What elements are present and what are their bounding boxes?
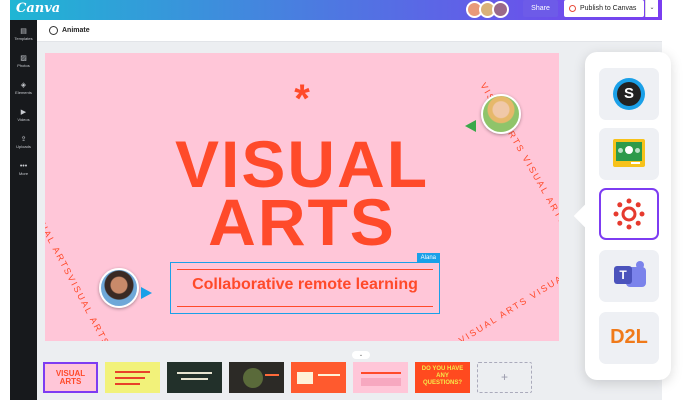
asterisk-decoration: * xyxy=(294,77,310,121)
publish-button[interactable]: Publish to Canvas xyxy=(564,0,644,17)
selected-text-box[interactable]: Collaborative remote learning Alana xyxy=(170,253,440,314)
left-sidebar: ▤ Templates ▨ Photos ◈ Elements ▶ Videos… xyxy=(10,20,37,400)
d2l-logo: D2L xyxy=(610,326,648,348)
schoology-icon: S xyxy=(613,78,645,110)
collaborator-avatar[interactable] xyxy=(492,1,509,18)
thumbnail-content xyxy=(181,378,208,380)
sidebar-item-label: Uploads xyxy=(16,144,31,149)
sidebar-item-elements[interactable]: ◈ Elements xyxy=(10,81,37,96)
page-thumbnail-2[interactable] xyxy=(105,362,160,393)
top-bar: Canva Share Publish to Canvas ⌄ xyxy=(10,0,662,20)
teams-letter: T xyxy=(614,266,632,284)
thumbnail-content xyxy=(115,371,150,373)
templates-icon: ▤ xyxy=(20,28,27,35)
thumbnail-content xyxy=(177,372,212,374)
text-box-rule-top xyxy=(177,269,433,270)
editor-toolbar: Animate xyxy=(37,20,662,42)
text-box-rule-bottom xyxy=(177,306,433,307)
collaborator-cursor-arrow-icon xyxy=(465,120,476,132)
canva-logo[interactable]: Canva xyxy=(16,1,60,16)
canvas-logo-icon xyxy=(569,5,576,12)
thumbnail-title: DO YOU HAVE ANY QUESTIONS? xyxy=(421,366,464,386)
sidebar-item-label: More xyxy=(18,171,29,176)
sidebar-item-uploads[interactable]: ⇪ Uploads xyxy=(10,135,37,150)
canvas-lms-icon xyxy=(613,198,645,230)
sidebar-item-templates[interactable]: ▤ Templates xyxy=(10,27,37,42)
canva-editor: Canva Share Publish to Canvas ⌄ ▤ Templa… xyxy=(10,0,662,400)
integration-canvas[interactable] xyxy=(599,188,659,240)
share-button[interactable]: Share xyxy=(523,0,558,17)
page-thumbnail-4[interactable] xyxy=(229,362,284,393)
sidebar-item-label: Videos xyxy=(17,117,30,122)
sidebar-item-more[interactable]: ••• More xyxy=(10,162,37,177)
page-thumbnail-5[interactable] xyxy=(291,362,346,393)
lms-integrations-panel: S T D2L xyxy=(573,52,671,380)
page-thumbnail-1[interactable]: VISUAL ARTS xyxy=(43,362,98,393)
microsoft-teams-icon: T xyxy=(614,261,648,291)
sidebar-item-label: Elements xyxy=(15,90,32,95)
uploads-icon: ⇪ xyxy=(20,136,27,143)
integration-microsoft-teams[interactable]: T xyxy=(599,250,659,302)
collaborator-cursor-arrow-icon xyxy=(141,287,152,299)
sidebar-item-photos[interactable]: ▨ Photos xyxy=(10,54,37,69)
animate-icon xyxy=(49,26,58,35)
sidebar-item-label: Templates xyxy=(14,36,33,41)
page-thumbnail-6[interactable] xyxy=(353,362,408,393)
integration-google-classroom[interactable] xyxy=(599,128,659,180)
collapse-filmstrip-chevron-icon[interactable]: ⌄ xyxy=(352,351,370,359)
thumbnail-title: VISUAL ARTS xyxy=(55,369,86,386)
collaborator-photo-top xyxy=(481,94,521,134)
sidebar-item-videos[interactable]: ▶ Videos xyxy=(10,108,37,123)
thumbnail-content xyxy=(361,372,401,374)
thumbnail-content xyxy=(115,377,145,379)
thumbnail-content xyxy=(297,372,313,384)
videos-icon: ▶ xyxy=(20,109,27,116)
add-page-button[interactable]: + xyxy=(477,362,532,393)
photos-icon: ▨ xyxy=(20,55,27,62)
slide-title-line-2[interactable]: ARTS xyxy=(45,189,559,255)
elements-icon: ◈ xyxy=(20,82,27,89)
page-thumbnail-7[interactable]: DO YOU HAVE ANY QUESTIONS? xyxy=(415,362,470,393)
thumbnail-content xyxy=(361,378,401,386)
curved-text-right-bottom: VISUAL ARTS VISUAL ARTS xyxy=(457,250,559,341)
collaborator-photo-bottom xyxy=(99,268,139,308)
google-classroom-icon xyxy=(613,139,645,167)
page-filmstrip: ⌄ VISUAL ARTS DO YOU HAVE ANY QUESTIONS? xyxy=(37,351,662,400)
text-box-content[interactable]: Collaborative remote learning xyxy=(171,276,439,294)
thumbnail-content xyxy=(265,374,279,376)
collaborator-name-tag: Alana xyxy=(416,253,440,263)
thumbnail-content xyxy=(318,374,340,376)
publish-options-chevron-icon[interactable]: ⌄ xyxy=(645,0,658,17)
animate-label: Animate xyxy=(62,27,90,34)
sidebar-item-label: Photos xyxy=(17,63,30,68)
canvas-lms-icon-svg xyxy=(613,198,645,230)
page-thumbnail-3[interactable] xyxy=(167,362,222,393)
integration-schoology[interactable]: S xyxy=(599,68,659,120)
integration-d2l[interactable]: D2L xyxy=(599,312,659,364)
thumbnail-content xyxy=(115,383,140,385)
thumbnail-content xyxy=(243,368,263,388)
publish-button-label: Publish to Canvas xyxy=(580,5,637,12)
more-icon: ••• xyxy=(19,163,28,170)
